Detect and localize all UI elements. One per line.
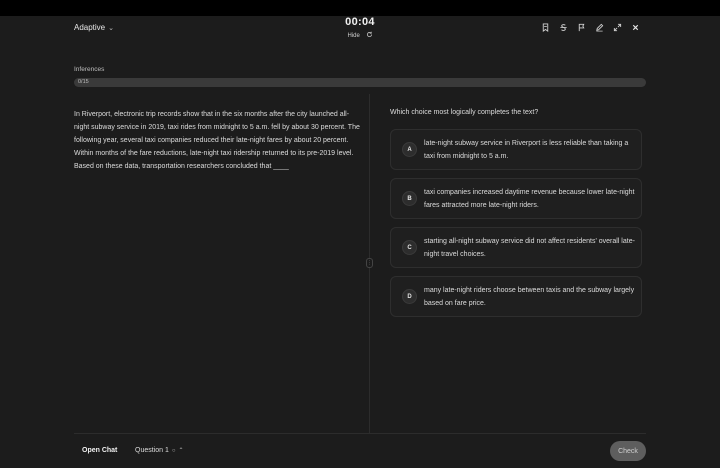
choice-text: many late-night riders choose between ta…: [424, 287, 635, 307]
hide-timer-button[interactable]: Hide: [347, 33, 359, 39]
close-icon[interactable]: [630, 22, 640, 32]
choice-letter: C: [402, 240, 417, 255]
check-button[interactable]: Check: [610, 441, 646, 461]
status-circle-icon: ○: [171, 447, 176, 454]
choice-letter: D: [402, 289, 417, 304]
toolbar: [540, 22, 640, 32]
section-title: Inferences: [74, 66, 105, 73]
progress-count: 0/15: [78, 79, 89, 85]
top-black-bar: [0, 0, 720, 16]
pane-resize-handle[interactable]: ⋮: [366, 258, 373, 268]
choice-d[interactable]: D many late-night riders choose between …: [390, 276, 642, 317]
chevron-up-icon: ⌃: [178, 448, 184, 454]
footer-divider: [74, 433, 646, 434]
reset-timer-icon[interactable]: [366, 31, 373, 40]
open-chat-button[interactable]: Open Chat: [82, 447, 117, 454]
passage-text: In Riverport, electronic trip records sh…: [74, 111, 360, 170]
choice-text: late-night subway service in Riverport i…: [424, 140, 629, 160]
progress-bar: [74, 78, 646, 87]
question-navigator[interactable]: Question 1 ○ ⌃: [135, 447, 184, 454]
choice-text: taxi companies increased daytime revenue…: [424, 189, 635, 209]
strikethrough-icon[interactable]: [558, 22, 568, 32]
choice-c[interactable]: C starting all-night subway service did …: [390, 227, 642, 268]
choice-a[interactable]: A late-night subway service in Riverport…: [390, 129, 642, 170]
question-nav-label: Question 1: [135, 447, 169, 454]
choice-text: starting all-night subway service did no…: [424, 238, 635, 258]
choice-letter: A: [402, 142, 417, 157]
expand-icon[interactable]: [612, 22, 622, 32]
question-prompt: Which choice most logically completes th…: [390, 109, 539, 116]
pencil-icon[interactable]: [594, 22, 604, 32]
bookmark-icon[interactable]: [540, 22, 550, 32]
timer-controls: Hide: [0, 31, 720, 40]
choice-letter: B: [402, 191, 417, 206]
flag-icon[interactable]: [576, 22, 586, 32]
choice-b[interactable]: B taxi companies increased daytime reven…: [390, 178, 642, 219]
